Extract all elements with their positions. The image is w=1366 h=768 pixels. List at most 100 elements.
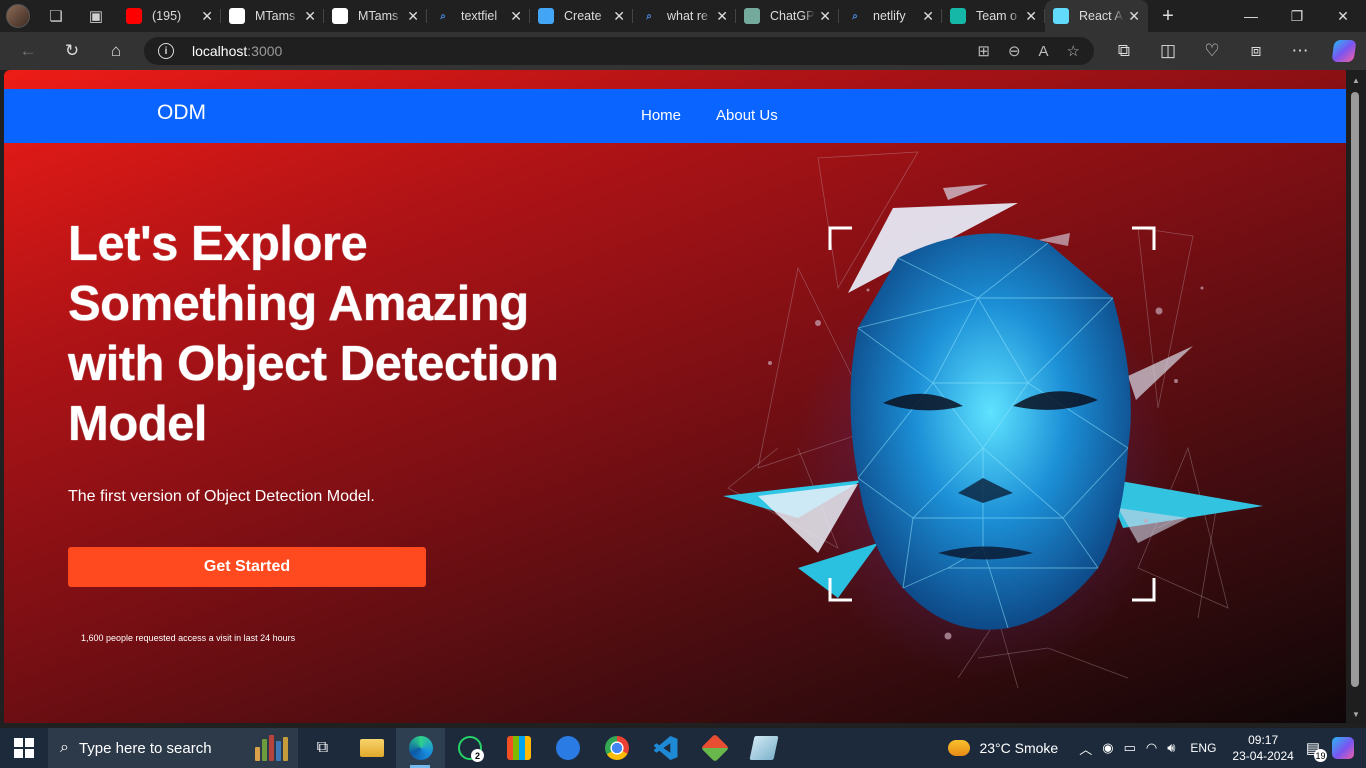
tab-actions-icon[interactable]: ▣ xyxy=(76,0,116,32)
store-button[interactable] xyxy=(494,728,543,768)
copilot-taskbar-icon[interactable] xyxy=(1332,737,1354,759)
flutter-icon xyxy=(538,8,554,24)
brand-logo[interactable]: ODM xyxy=(157,101,206,125)
react-icon xyxy=(1053,8,1069,24)
scrollbar-thumb[interactable] xyxy=(1351,92,1359,687)
search-icon: ⌕ xyxy=(852,10,858,22)
volume-icon[interactable]: 🔊︎ xyxy=(1167,740,1175,756)
netlify-icon xyxy=(950,8,966,24)
browser-tab[interactable]: ⌕ netlify ✕ xyxy=(839,0,942,32)
get-started-button[interactable]: Get Started xyxy=(68,547,426,587)
edge-button[interactable] xyxy=(396,728,445,768)
scroll-up-arrow-icon[interactable]: ▲ xyxy=(1351,76,1361,85)
file-explorer-button[interactable] xyxy=(347,728,396,768)
scroll-down-arrow-icon[interactable]: ▼ xyxy=(1351,710,1361,719)
close-tab-icon[interactable]: ✕ xyxy=(1128,8,1140,25)
clock-date: 23-04-2024 xyxy=(1232,749,1294,763)
store-icon xyxy=(506,736,531,760)
address-bar[interactable]: i localhost:3000 ⊞ ⊖ A ☆ xyxy=(144,37,1094,65)
tab-title: netlify xyxy=(873,9,906,23)
close-tab-icon[interactable]: ✕ xyxy=(613,8,625,25)
app-button[interactable] xyxy=(543,728,592,768)
youtube-icon xyxy=(126,8,142,24)
browser-essentials-icon[interactable]: ♡ xyxy=(1190,32,1234,70)
edge-icon xyxy=(408,736,433,760)
vscode-button[interactable] xyxy=(641,728,690,768)
more-menu-icon[interactable]: ⋯ xyxy=(1278,32,1322,70)
close-window-button[interactable]: ✕ xyxy=(1320,0,1366,32)
tab-title: Create xyxy=(564,9,602,23)
browser-tab[interactable]: React A ✕ xyxy=(1045,0,1148,32)
zoom-icon[interactable]: ⊖ xyxy=(1008,42,1021,60)
url-port: :3000 xyxy=(247,43,283,59)
browser-toolbar: ← ↻ ⌂ i localhost:3000 ⊞ ⊖ A ☆ ⧉ ◫ ♡ ⧈ ⋯ xyxy=(0,32,1366,70)
read-aloud-icon[interactable]: A xyxy=(1039,43,1049,60)
close-tab-icon[interactable]: ✕ xyxy=(716,8,728,25)
git-icon xyxy=(700,733,729,763)
workspaces-icon[interactable]: ❏ xyxy=(36,0,76,32)
window-controls: — ❐ ✕ xyxy=(1228,0,1366,32)
browser-tab[interactable]: Team o ✕ xyxy=(942,0,1045,32)
whatsapp-button[interactable]: 2 xyxy=(445,728,494,768)
site-navbar: ODM Home About Us xyxy=(4,89,1346,143)
git-tool-button[interactable] xyxy=(690,728,739,768)
nav-home-link[interactable]: Home xyxy=(641,107,681,124)
windows-taskbar: ⌕ Type here to search ⧉ 2 23°C Smoke ︿ ◉… xyxy=(0,728,1366,768)
chrome-button[interactable] xyxy=(592,728,641,768)
weather-widget[interactable]: 23°C Smoke xyxy=(948,740,1058,756)
browser-tab[interactable]: MTams ✕ xyxy=(324,0,427,32)
taskbar-search[interactable]: ⌕ Type here to search xyxy=(48,728,298,768)
clock[interactable]: 09:17 23-04-2024 xyxy=(1232,732,1293,764)
page-viewport: ODM Home About Us Let's Explore Somethin… xyxy=(4,70,1346,723)
close-tab-icon[interactable]: ✕ xyxy=(510,8,522,25)
close-tab-icon[interactable]: ✕ xyxy=(407,8,419,25)
browser-tab[interactable]: MTams ✕ xyxy=(221,0,324,32)
github-icon xyxy=(229,8,245,24)
browser-tab[interactable]: Create ✕ xyxy=(530,0,633,32)
copilot-button[interactable] xyxy=(1322,32,1366,70)
notification-center-button[interactable]: ▤ 19 xyxy=(1306,739,1327,762)
close-tab-icon[interactable]: ✕ xyxy=(1025,8,1037,25)
new-tab-button[interactable]: + xyxy=(1148,5,1188,28)
hero-title-line: with Object Detection xyxy=(68,337,559,391)
page-scrollbar[interactable]: ▲ ▼ xyxy=(1346,70,1366,723)
notes-button[interactable] xyxy=(739,728,788,768)
profile-button[interactable] xyxy=(0,0,36,32)
browser-tab[interactable]: (195) ✕ xyxy=(118,0,221,32)
notes-icon xyxy=(748,736,779,760)
restore-button[interactable]: ❐ xyxy=(1274,0,1320,32)
browser-tab[interactable]: ChatGP ✕ xyxy=(736,0,839,32)
hero-title-line: Let's Explore xyxy=(68,217,368,271)
close-tab-icon[interactable]: ✕ xyxy=(304,8,316,25)
task-view-button[interactable]: ⧉ xyxy=(298,728,347,768)
minimize-button[interactable]: — xyxy=(1228,0,1274,32)
reload-button[interactable]: ↻ xyxy=(50,32,94,70)
nav-about-link[interactable]: About Us xyxy=(716,107,778,124)
close-tab-icon[interactable]: ✕ xyxy=(201,8,213,25)
close-tab-icon[interactable]: ✕ xyxy=(922,8,934,25)
extensions-icon[interactable]: ⧉ xyxy=(1102,32,1146,70)
home-button[interactable]: ⌂ xyxy=(94,32,138,70)
notification-count: 19 xyxy=(1314,749,1327,762)
battery-icon[interactable]: ▭ xyxy=(1124,740,1136,756)
back-button[interactable]: ← xyxy=(6,32,50,70)
url-text[interactable]: localhost:3000 xyxy=(192,43,282,59)
split-screen-icon[interactable]: ◫ xyxy=(1146,32,1190,70)
browser-tab[interactable]: ⌕ what re ✕ xyxy=(633,0,736,32)
hero-title-line: Something Amazing xyxy=(68,277,529,331)
hero-title-line: Model xyxy=(68,397,208,451)
start-button[interactable] xyxy=(0,728,48,768)
wifi-icon[interactable]: ◠ xyxy=(1146,740,1157,756)
favorite-star-icon[interactable]: ☆ xyxy=(1067,42,1080,60)
site-info-icon[interactable]: i xyxy=(158,43,174,59)
face-detection-illustration xyxy=(723,151,1263,688)
browser-tab[interactable]: ⌕ textfiel ✕ xyxy=(427,0,530,32)
language-indicator[interactable]: ENG xyxy=(1190,741,1216,755)
search-placeholder: Type here to search xyxy=(78,739,212,757)
chevron-up-icon[interactable]: ︿ xyxy=(1079,739,1092,758)
screenshot-icon[interactable]: ⧈ xyxy=(1234,32,1278,70)
vscode-icon xyxy=(653,736,678,760)
webcam-icon[interactable]: ◉ xyxy=(1102,740,1113,756)
close-tab-icon[interactable]: ✕ xyxy=(819,8,831,25)
app-available-icon[interactable]: ⊞ xyxy=(977,42,990,60)
